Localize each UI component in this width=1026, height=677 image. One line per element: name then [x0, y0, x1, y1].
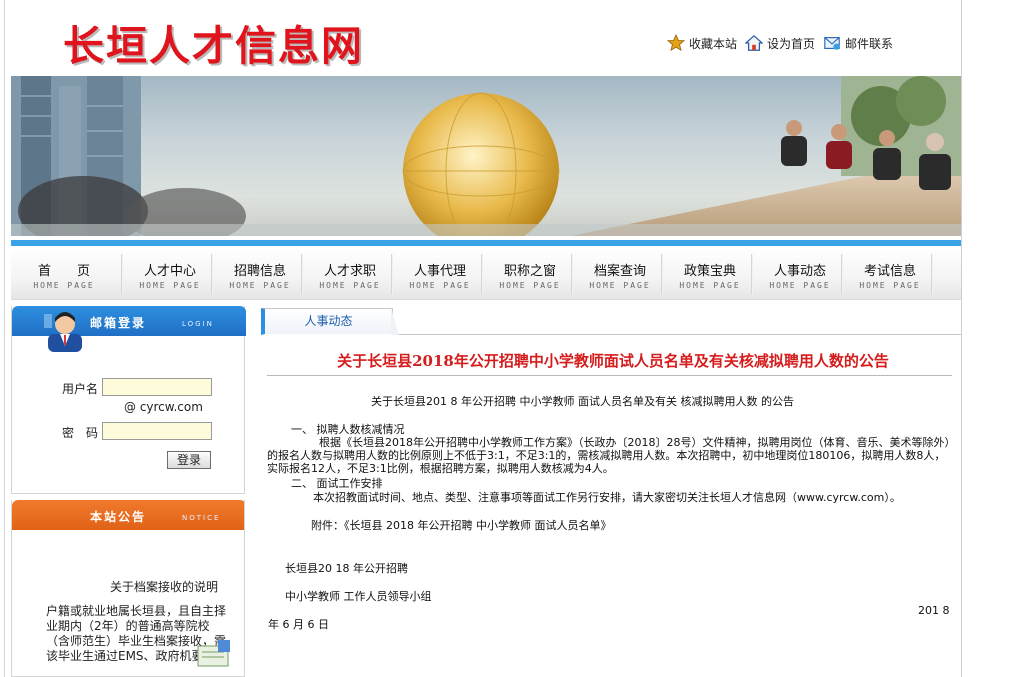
- nav-sublabel: HOME PAGE: [859, 281, 921, 290]
- top-links: 收藏本站 设为首页 邮件联系: [667, 34, 893, 52]
- nav-label: 职称之窗: [503, 264, 556, 279]
- nav-label: 档案查询: [593, 264, 646, 279]
- username-label: 用户名: [62, 382, 99, 396]
- mailbox-login-panel: 邮箱登录 LOGIN 用户名 @ cyrcw.com 密 码 登录: [11, 306, 246, 494]
- nav-divider: [661, 254, 663, 294]
- section-two-heading: 二、 面试工作安排: [291, 477, 383, 490]
- nav-divider: [841, 254, 843, 294]
- nav-label: 人才求职: [323, 264, 376, 279]
- main-navigation: 首 页 HOME PAGE 人才中心 HOME PAGE 招聘信息 HOME PAGE…: [11, 248, 961, 300]
- site-header: 长垣人才信息网 收藏本站 设为首页 邮件联系: [5, 0, 961, 76]
- section-one-body: 根据《长垣县2018年公开招聘中小学教师工作方案》（长政办〔2018〕28号）文…: [267, 436, 950, 475]
- nav-item-archive-query[interactable]: 档案查询 HOME PAGE: [575, 248, 665, 300]
- mail-domain-label: @ cyrcw.com: [124, 400, 203, 414]
- nav-divider: [121, 254, 123, 294]
- notice-subtitle: NOTICE: [182, 514, 221, 522]
- nav-item-title-window[interactable]: 职称之窗 HOME PAGE: [485, 248, 575, 300]
- banner-illustration: [11, 76, 961, 236]
- nav-item-talent-center[interactable]: 人才中心 HOME PAGE: [125, 248, 215, 300]
- nav-divider: [481, 254, 483, 294]
- set-homepage-link[interactable]: 设为首页: [745, 34, 815, 52]
- nav-sublabel: HOME PAGE: [33, 281, 95, 290]
- nav-item-exam-info[interactable]: 考试信息 HOME PAGE: [845, 248, 935, 300]
- article-subtitle: 关于长垣县201 8 年公开招聘 中小学教师 面试人员名单及有关 核减拟聘用人数…: [371, 395, 794, 408]
- mailbox-subtitle: LOGIN: [182, 320, 214, 328]
- tab-hr-news[interactable]: 人事动态: [261, 308, 393, 335]
- login-button[interactable]: 登录: [167, 451, 211, 469]
- bookmark-link[interactable]: 收藏本站: [667, 34, 737, 52]
- mailbox-title: 邮箱登录: [90, 316, 147, 330]
- nav-item-home[interactable]: 首 页 HOME PAGE: [19, 248, 109, 300]
- signature-line-two: 中小学教师 工作人员领导小组: [285, 590, 432, 603]
- contact-mail-link[interactable]: 邮件联系: [823, 34, 893, 52]
- nav-item-job-seeking[interactable]: 人才求职 HOME PAGE: [305, 248, 395, 300]
- header-banner-image: [11, 76, 961, 236]
- password-label: 密 码: [62, 426, 99, 440]
- contact-mail-label: 邮件联系: [845, 36, 894, 51]
- date-year: 201 8: [918, 604, 950, 617]
- mail-icon: [824, 37, 840, 50]
- section-one-heading: 一、 拟聘人数核减情况: [291, 423, 405, 436]
- site-logo[interactable]: 长垣人才信息网: [63, 12, 364, 72]
- nav-sublabel: HOME PAGE: [319, 281, 381, 290]
- star-icon: [667, 34, 685, 51]
- nav-divider: [571, 254, 573, 294]
- nav-sublabel: HOME PAGE: [769, 281, 831, 290]
- nav-label: 人事代理: [413, 264, 466, 279]
- nav-divider: [301, 254, 303, 294]
- attachment-line[interactable]: 附件：《长垣县 2018 年公开招聘 中小学教师 面试人员名单》: [311, 519, 611, 532]
- section-tab-bar: 人事动态: [261, 308, 961, 335]
- notice-header: 本站公告 NOTICE: [12, 500, 244, 530]
- nav-item-hr-news[interactable]: 人事动态 HOME PAGE: [755, 248, 845, 300]
- nav-divider: [931, 254, 933, 294]
- nav-item-recruitment[interactable]: 招聘信息 HOME PAGE: [215, 248, 305, 300]
- bookmark-label: 收藏本站: [689, 36, 738, 51]
- nav-sublabel: HOME PAGE: [679, 281, 741, 290]
- username-input[interactable]: [102, 378, 212, 396]
- nav-label: 人事动态: [773, 264, 826, 279]
- nav-label: 人才中心: [143, 264, 196, 279]
- notice-title: 本站公告: [90, 510, 147, 524]
- nav-label: 考试信息: [863, 264, 916, 279]
- mailbox-header: 邮箱登录 LOGIN: [12, 306, 246, 352]
- banner-divider: [11, 240, 961, 246]
- date-rest: 年 6 月 6 日: [268, 618, 329, 631]
- article-title: 关于长垣县2018年公开招聘中小学教师面试人员名单及有关核减拟聘用人数的公告: [337, 352, 889, 370]
- nav-label: 首 页: [37, 264, 90, 279]
- nav-divider: [751, 254, 753, 294]
- nav-divider: [211, 254, 213, 294]
- section-two-body: 本次招教面试时间、地点、类型、注意事项等面试工作另行安排，请大家密切关注长垣人才…: [313, 491, 901, 504]
- home-icon: [745, 34, 764, 51]
- nav-label: 政策宝典: [683, 264, 736, 279]
- notice-item-title[interactable]: 关于档案接收的说明: [110, 578, 218, 595]
- nav-label: 招聘信息: [233, 264, 286, 279]
- nav-sublabel: HOME PAGE: [409, 281, 471, 290]
- nav-sublabel: HOME PAGE: [229, 281, 291, 290]
- site-notice-panel: 本站公告 NOTICE 关于档案接收的说明 户籍或就业地属长垣县，且自主择业期内…: [11, 500, 245, 677]
- signature-line-one: 长垣县20 18 年公开招聘: [285, 562, 408, 575]
- nav-item-policy[interactable]: 政策宝典 HOME PAGE: [665, 248, 755, 300]
- password-input[interactable]: [102, 422, 212, 440]
- title-divider: [267, 375, 952, 376]
- set-homepage-label: 设为首页: [767, 36, 816, 51]
- nav-sublabel: HOME PAGE: [139, 281, 201, 290]
- nav-sublabel: HOME PAGE: [589, 281, 651, 290]
- document-icon: [197, 640, 230, 667]
- user-avatar-icon: [44, 312, 82, 352]
- page-container: 长垣人才信息网 收藏本站 设为首页 邮件联系 首 页 HOME PAGE 人才中…: [4, 0, 962, 677]
- tab-flag-decoration: [391, 308, 399, 335]
- nav-item-hr-agency[interactable]: 人事代理 HOME PAGE: [395, 248, 485, 300]
- nav-sublabel: HOME PAGE: [499, 281, 561, 290]
- nav-divider: [391, 254, 393, 294]
